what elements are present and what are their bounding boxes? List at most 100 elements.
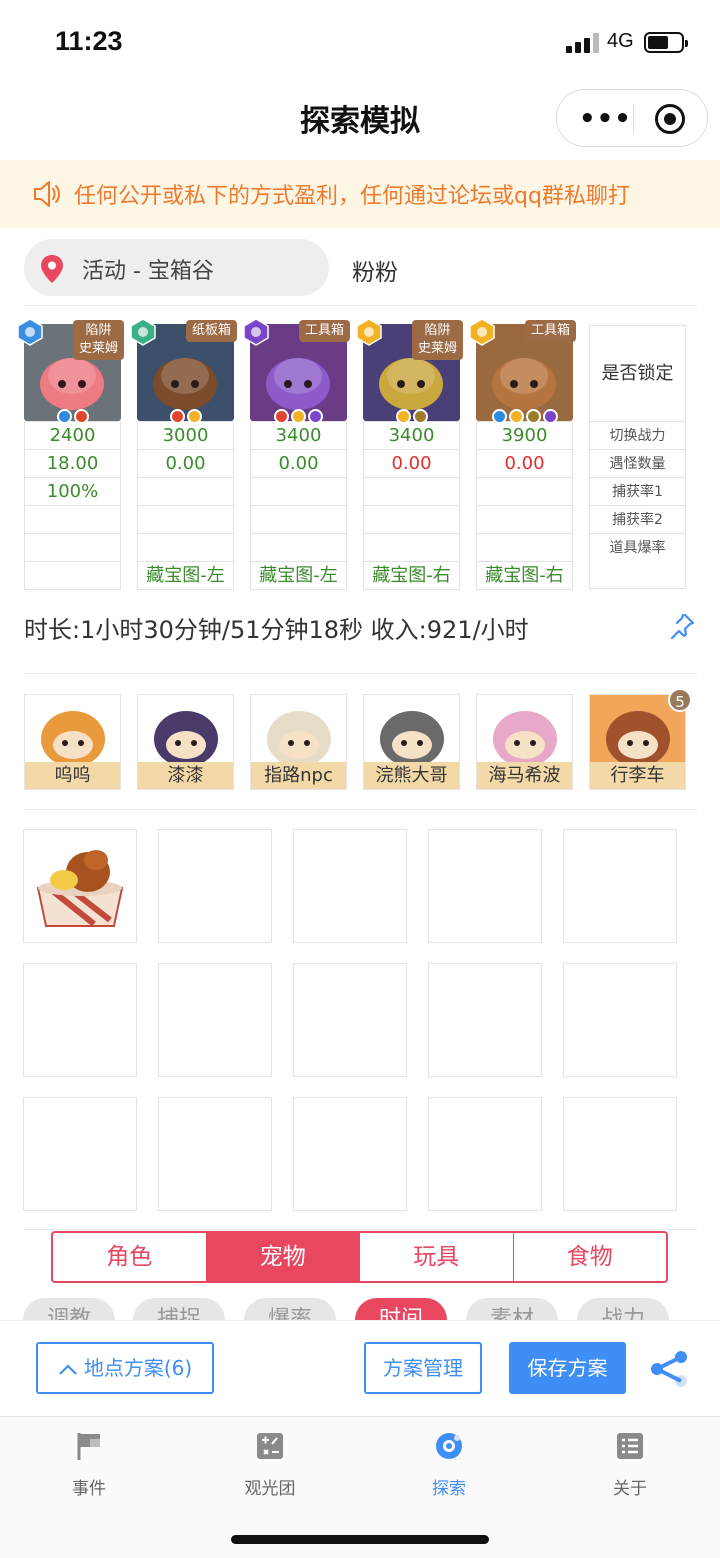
tab-pet[interactable]: 宠物 (206, 1233, 360, 1281)
item-slot[interactable] (158, 963, 272, 1077)
pet-portrait[interactable]: 工具箱 (243, 318, 350, 424)
status-bar: 11:23 4G (0, 0, 720, 86)
lock-header[interactable]: 是否锁定 (590, 326, 685, 421)
trait-icon (56, 409, 72, 424)
item-slot[interactable] (563, 829, 677, 943)
stat-cell (477, 505, 572, 533)
pet-stats: 3000 0.00 藏宝图-左 (137, 421, 234, 590)
count-badge: 5 (668, 688, 692, 712)
capsule-divider (633, 104, 634, 134)
tabbar-item-tour[interactable]: 观光团 (210, 1431, 330, 1499)
pet-portrait[interactable]: 工具箱 (469, 318, 576, 424)
chip-power[interactable]: 战力 (577, 1298, 669, 1320)
battery-icon (644, 32, 688, 53)
pet-portrait[interactable]: 陷阱 史莱姆 (356, 318, 463, 424)
row-label: 遇怪数量 (590, 449, 685, 477)
notice-text: 任何公开或私下的方式盈利，任何通过论坛或qq群私聊打 (74, 184, 630, 209)
tab-food[interactable]: 食物 (514, 1233, 667, 1281)
pet-stats: 2400 18.00 100% (24, 421, 121, 590)
signal-icon (566, 33, 600, 53)
more-icon[interactable]: ••• (579, 104, 632, 134)
trait-icon (186, 409, 202, 424)
tabbar-item-about[interactable]: 关于 (570, 1431, 690, 1499)
item-slot[interactable] (23, 963, 137, 1077)
item-slot[interactable] (563, 1097, 677, 1211)
divider (24, 809, 697, 810)
divider (24, 1229, 697, 1230)
duration-income-summary: 时长:1小时30分钟/51分钟18秒 收入:921/小时 (24, 616, 529, 644)
character-name: 海马希波 (477, 762, 572, 789)
action-bar: 地点方案(6) 方案管理 保存方案 (0, 1320, 720, 1416)
divider (24, 305, 697, 306)
pet-column[interactable]: 陷阱 史莱姆 2400 18.00 100% (17, 318, 124, 590)
item-slot[interactable] (23, 1097, 137, 1211)
stat-cell (477, 533, 572, 561)
row-label: 捕获率1 (590, 477, 685, 505)
trait-icon (274, 409, 289, 424)
pin-icon[interactable] (668, 612, 696, 640)
chip-catch[interactable]: 捕捉 (133, 1298, 225, 1320)
chip-material[interactable]: 素材 (466, 1298, 558, 1320)
character-card[interactable]: 指路npc (250, 694, 347, 790)
pet-column[interactable]: 纸板箱 3000 0.00 藏宝图-左 (130, 318, 237, 590)
pet-column[interactable]: 陷阱 史莱姆 3400 0.00 藏宝图-右 (356, 318, 463, 590)
stat-cell (138, 477, 233, 505)
pet-column[interactable]: 工具箱 3900 0.00 藏宝图-右 (469, 318, 576, 590)
trait-icon (508, 409, 524, 424)
trait-icon (169, 409, 185, 424)
item-slot[interactable] (428, 829, 542, 943)
item-slot[interactable] (23, 829, 137, 943)
tab-toy[interactable]: 玩具 (360, 1233, 514, 1281)
item-slot[interactable] (293, 1097, 407, 1211)
trait-icons (363, 409, 460, 427)
item-slot[interactable] (428, 1097, 542, 1211)
pet-portrait[interactable]: 纸板箱 (130, 318, 237, 424)
chip-time[interactable]: 时间 (355, 1298, 447, 1320)
list-icon (617, 1433, 643, 1459)
element-badge-icon (355, 318, 383, 346)
character-card[interactable]: 呜呜 (24, 694, 121, 790)
stat-cell: 藏宝图-右 (364, 561, 459, 589)
tabbar-item-explore[interactable]: 探索 (389, 1431, 509, 1499)
location-plan-button[interactable]: 地点方案(6) (36, 1342, 214, 1394)
speaker-icon (34, 181, 60, 207)
chip-drop[interactable]: 爆率 (244, 1298, 336, 1320)
tabbar-item-events[interactable]: 事件 (29, 1431, 149, 1499)
character-card[interactable]: 漆漆 (137, 694, 234, 790)
home-indicator (231, 1535, 489, 1544)
item-slot[interactable] (293, 829, 407, 943)
element-badge-icon (16, 318, 44, 346)
pet-stats: 3900 0.00 藏宝图-右 (476, 421, 573, 590)
item-slot[interactable] (563, 963, 677, 1077)
stat-cell (364, 533, 459, 561)
chip-train[interactable]: 调教 (23, 1298, 115, 1320)
tabbar-label: 观光团 (244, 1479, 296, 1499)
save-plan-button[interactable]: 保存方案 (509, 1342, 626, 1394)
manage-plan-button[interactable]: 方案管理 (364, 1342, 482, 1394)
stat-cell (138, 505, 233, 533)
stat-cell (251, 477, 346, 505)
share-icon[interactable] (650, 1350, 688, 1388)
pet-column[interactable]: 工具箱 3400 0.00 藏宝图-左 (243, 318, 350, 590)
notice-bar: 任何公开或私下的方式盈利，任何通过论坛或qq群私聊打 (0, 160, 720, 228)
item-slot[interactable] (428, 963, 542, 1077)
trait-icons (137, 409, 234, 427)
tab-role[interactable]: 角色 (53, 1233, 207, 1281)
pet-portrait[interactable]: 陷阱 史莱姆 (17, 318, 124, 424)
item-slot[interactable] (158, 1097, 272, 1211)
close-miniprogram-icon[interactable] (655, 104, 685, 134)
trait-icons (250, 409, 347, 427)
stat-cell: 藏宝图-右 (477, 561, 572, 589)
item-slot[interactable] (158, 829, 272, 943)
character-card[interactable]: 浣熊大哥 (363, 694, 460, 790)
location-selector[interactable]: 活动 - 宝箱谷 (24, 239, 329, 296)
character-card[interactable]: 海马希波 (476, 694, 573, 790)
element-badge-icon (129, 318, 157, 346)
calculator-icon (257, 1433, 283, 1459)
stat-cell: 0.00 (364, 449, 459, 477)
character-name: 漆漆 (138, 762, 233, 789)
item-slot[interactable] (293, 963, 407, 1077)
pet-stats: 3400 0.00 藏宝图-左 (250, 421, 347, 590)
pet-type-tag: 纸板箱 (185, 320, 237, 342)
miniprogram-capsule: ••• (556, 89, 708, 147)
